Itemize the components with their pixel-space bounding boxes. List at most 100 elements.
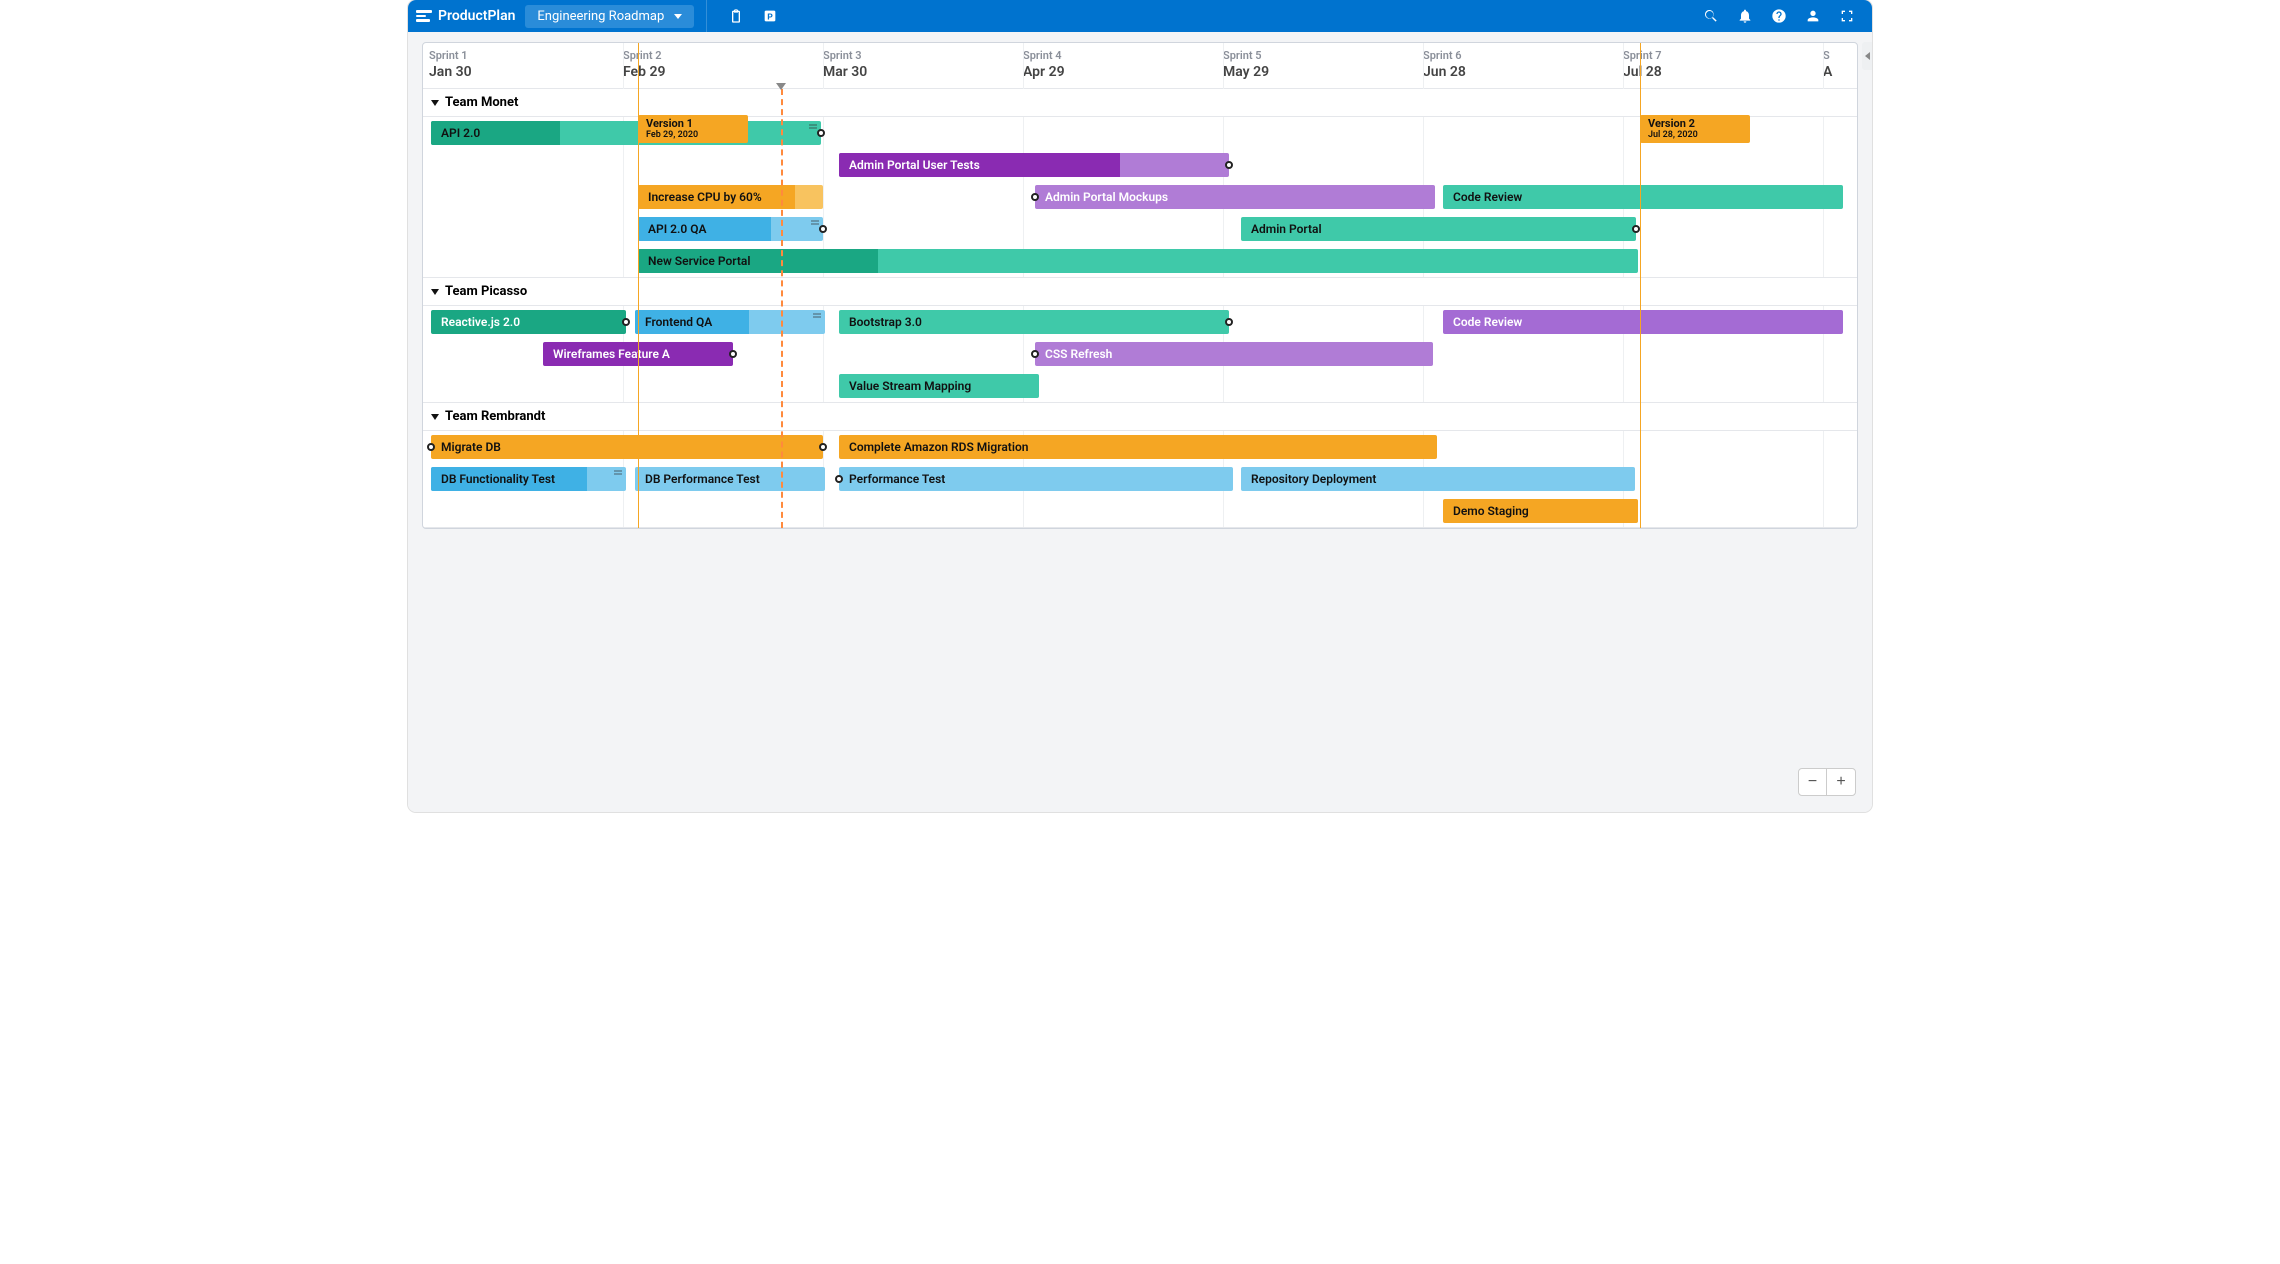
dependency-handle-icon[interactable] xyxy=(819,225,827,233)
chevron-down-icon xyxy=(674,14,682,19)
timeline-bar[interactable]: DB Performance Test xyxy=(635,467,825,491)
drag-grip-icon[interactable] xyxy=(614,470,622,476)
bar-label: Value Stream Mapping xyxy=(849,379,971,393)
timeline-bar[interactable]: Bootstrap 3.0 xyxy=(839,310,1229,334)
bar-label: Demo Staging xyxy=(1453,504,1529,518)
lane-group: Team Picasso Reactive.js 2.0 Frontend QA Bo… xyxy=(423,278,1857,403)
timeline-bar[interactable]: Value Stream Mapping xyxy=(839,374,1039,398)
dependency-handle-icon[interactable] xyxy=(622,318,630,326)
timeline-bar[interactable]: Repository Deployment xyxy=(1241,467,1635,491)
lane-group: Team Monet Version 1Feb 29, 2020 Version 2… xyxy=(423,89,1857,278)
drag-grip-icon[interactable] xyxy=(811,220,819,226)
timeline-bar[interactable]: Wireframes Feature A xyxy=(543,342,733,366)
clipboard-icon[interactable] xyxy=(727,7,745,25)
lane-title: Team Rembrandt xyxy=(445,409,545,424)
lane-header[interactable]: Team Picasso xyxy=(423,278,1857,306)
timeline-row: Migrate DB Complete Amazon RDS Migration xyxy=(423,431,1857,463)
bar-label: Bootstrap 3.0 xyxy=(849,315,922,329)
help-icon[interactable] xyxy=(1770,7,1788,25)
sprint-header: Sprint 6 Jun 28 xyxy=(1423,43,1623,88)
timeline-container: − + Sprint 1Jan 30Sprint 2Feb 29Sprint 3… xyxy=(408,32,1872,812)
bar-label: Admin Portal Mockups xyxy=(1045,190,1168,204)
dependency-handle-icon[interactable] xyxy=(817,129,825,137)
timeline-bar[interactable]: Reactive.js 2.0 xyxy=(431,310,626,334)
sprint-label: Sprint 3 xyxy=(823,49,1023,62)
dependency-handle-icon[interactable] xyxy=(1225,318,1233,326)
bar-label: Admin Portal xyxy=(1251,222,1322,236)
drag-grip-icon[interactable] xyxy=(813,313,821,319)
brand-logo[interactable]: ProductPlan xyxy=(416,8,515,24)
bar-label: API 2.0 QA xyxy=(648,222,707,236)
sprint-label: Sprint 4 xyxy=(1023,49,1223,62)
timeline-bar[interactable]: Admin Portal xyxy=(1241,217,1636,241)
timeline-bar[interactable]: Admin Portal Mockups xyxy=(1035,185,1435,209)
timeline-bar[interactable]: CSS Refresh xyxy=(1035,342,1433,366)
timeline-row: Reactive.js 2.0 Frontend QA Bootstrap 3.0 C… xyxy=(423,306,1857,338)
dependency-handle-icon[interactable] xyxy=(835,475,843,483)
drag-grip-icon[interactable] xyxy=(809,124,817,130)
milestone[interactable]: Version 1Feb 29, 2020 xyxy=(638,115,748,143)
sprint-label: Sprint 6 xyxy=(1423,49,1623,62)
lane-header[interactable]: Team Rembrandt xyxy=(423,403,1857,431)
bar-label: Performance Test xyxy=(849,472,945,486)
timeline-bar[interactable]: Frontend QA xyxy=(635,310,825,334)
bar-label: Code Review xyxy=(1453,190,1522,204)
lane-title: Team Monet xyxy=(445,95,518,110)
dependency-handle-icon[interactable] xyxy=(1031,193,1039,201)
bar-label: Reactive.js 2.0 xyxy=(441,315,520,329)
dependency-handle-icon[interactable] xyxy=(1225,161,1233,169)
bar-label: Admin Portal User Tests xyxy=(849,158,980,172)
timeline-bar[interactable]: Code Review xyxy=(1443,310,1843,334)
sprint-header: Sprint 7Jul 28 xyxy=(1623,43,1823,88)
zoom-in-button[interactable]: + xyxy=(1827,769,1855,795)
milestone[interactable]: Version 2Jul 28, 2020 xyxy=(1640,115,1750,143)
timeline-bar[interactable]: Code Review xyxy=(1443,185,1843,209)
collapse-panel-tab[interactable] xyxy=(1862,42,1872,70)
fullscreen-icon[interactable] xyxy=(1838,7,1856,25)
bar-label: Migrate DB xyxy=(441,440,501,454)
dependency-handle-icon[interactable] xyxy=(729,350,737,358)
timeline-bar[interactable]: Admin Portal User Tests xyxy=(839,153,1229,177)
timeline-bar[interactable]: API 2.0 QA xyxy=(638,217,823,241)
timeline-bar[interactable]: API 2.0 xyxy=(431,121,821,145)
sprint-date: Feb 29 xyxy=(623,64,823,80)
timeline[interactable]: Sprint 1Jan 30Sprint 2Feb 29Sprint 3Mar … xyxy=(422,42,1858,529)
bell-icon[interactable] xyxy=(1736,7,1754,25)
today-marker-icon xyxy=(776,83,786,91)
timeline-bar[interactable]: DB Functionality Test xyxy=(431,467,626,491)
bar-label: Increase CPU by 60% xyxy=(648,190,762,204)
timeline-row: Demo Staging xyxy=(423,495,1857,527)
timeline-bar[interactable]: Complete Amazon RDS Migration xyxy=(839,435,1437,459)
sprint-label: Sprint 5 xyxy=(1223,49,1423,62)
user-icon[interactable] xyxy=(1804,7,1822,25)
lane-title: Team Picasso xyxy=(445,284,527,299)
milestone-date: Feb 29, 2020 xyxy=(646,130,740,140)
timeline-row: Admin Portal User Tests xyxy=(423,149,1857,181)
timeline-bar[interactable]: Migrate DB xyxy=(431,435,823,459)
logo-icon xyxy=(416,10,432,22)
lane-header[interactable]: Team Monet xyxy=(423,89,1857,117)
timeline-row: Value Stream Mapping xyxy=(423,370,1857,402)
timeline-bar[interactable]: New Service Portal xyxy=(638,249,1638,273)
sprint-date: Jun 28 xyxy=(1423,64,1623,80)
dependency-handle-icon[interactable] xyxy=(427,443,435,451)
sprint-header: Sprint 3Mar 30 xyxy=(823,43,1023,88)
sprint-label: Sprint 1 xyxy=(429,49,623,62)
sprint-header: Sprint 5May 29 xyxy=(1223,43,1423,88)
bar-label: Code Review xyxy=(1453,315,1522,329)
roadmap-selector[interactable]: Engineering Roadmap xyxy=(525,5,694,28)
lane-group: Team Rembrandt Migrate DB Complete Amazon … xyxy=(423,403,1857,528)
zoom-out-button[interactable]: − xyxy=(1799,769,1827,795)
timeline-bar[interactable]: Increase CPU by 60% xyxy=(638,185,823,209)
chevron-down-icon xyxy=(431,289,439,295)
dependency-handle-icon[interactable] xyxy=(819,443,827,451)
timeline-row: Increase CPU by 60% Admin Portal Mockups C… xyxy=(423,181,1857,213)
search-icon[interactable] xyxy=(1702,7,1720,25)
dependency-handle-icon[interactable] xyxy=(1632,225,1640,233)
milestone-title: Version 2 xyxy=(1648,117,1742,130)
bar-label: Repository Deployment xyxy=(1251,472,1376,486)
parking-icon[interactable]: P xyxy=(761,7,779,25)
dependency-handle-icon[interactable] xyxy=(1031,350,1039,358)
timeline-bar[interactable]: Demo Staging xyxy=(1443,499,1638,523)
timeline-bar[interactable]: Performance Test xyxy=(839,467,1233,491)
